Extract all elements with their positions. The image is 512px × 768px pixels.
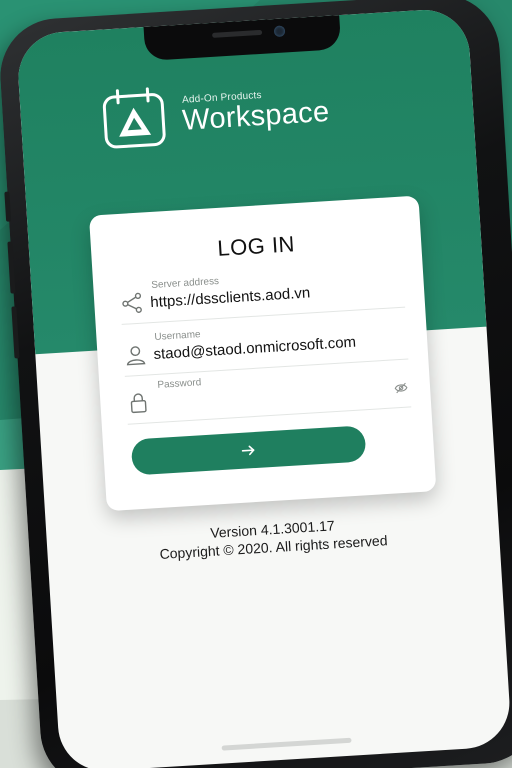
login-submit-button[interactable] [130, 425, 367, 476]
home-indicator [221, 737, 352, 751]
arrow-right-icon [241, 445, 255, 456]
eye-off-icon[interactable] [394, 381, 409, 396]
server-address-label: Server address [151, 275, 220, 292]
front-camera [273, 25, 286, 38]
phone-device: Add-On Products Workspace LOG IN Server … [0, 0, 512, 768]
login-card: LOG IN Server address https://dssclients… [88, 195, 437, 512]
user-icon [126, 346, 146, 366]
version-info: Version 4.1.3001.17 Copyright © 2020. Al… [46, 506, 499, 570]
calendar-a-icon [102, 87, 166, 149]
phone-screen: Add-On Products Workspace LOG IN Server … [15, 7, 512, 768]
lock-icon [130, 393, 147, 414]
share-nodes-icon [122, 292, 142, 313]
speaker-grille [212, 29, 263, 38]
username-label: Username [154, 329, 201, 343]
password-label: Password [157, 377, 202, 391]
